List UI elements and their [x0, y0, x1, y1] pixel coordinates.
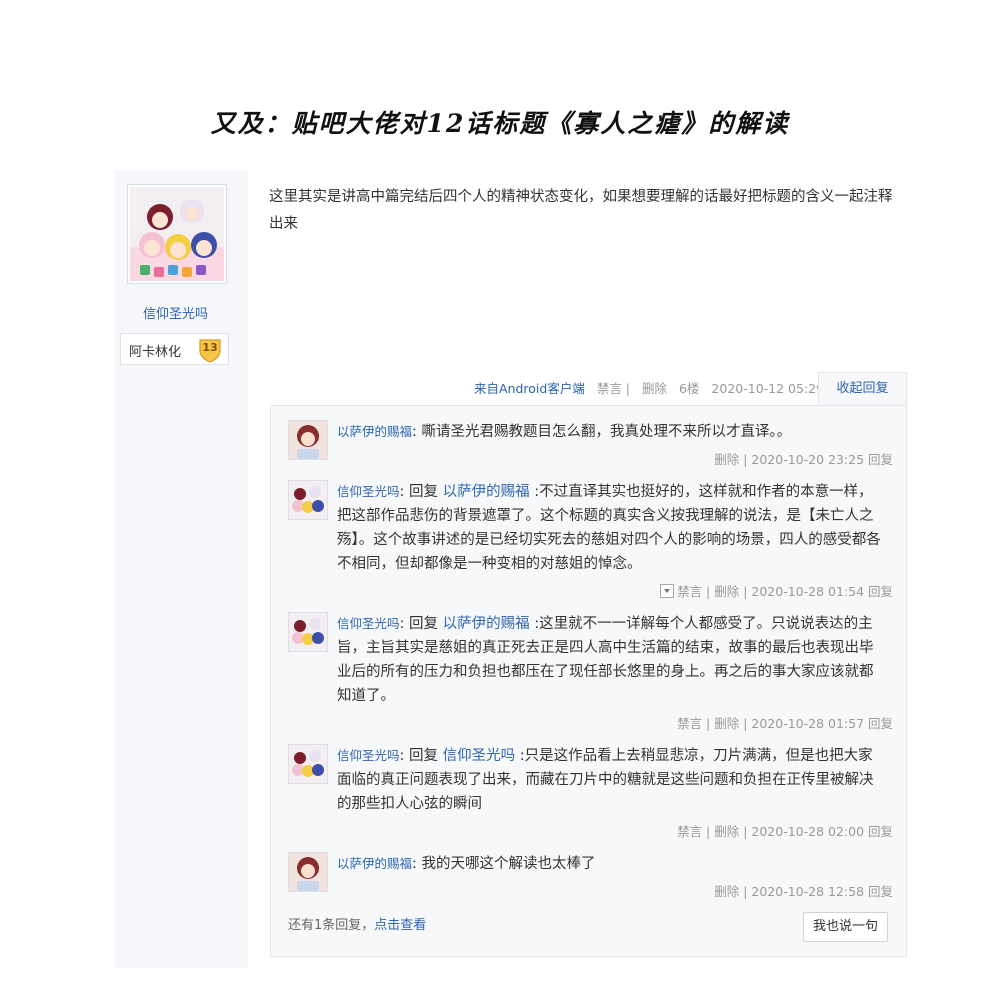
member-badge[interactable]: 阿卡林化 13: [120, 333, 229, 365]
anime-avatar-icon: [130, 187, 224, 281]
floor-number: 6楼: [678, 381, 700, 396]
author-name[interactable]: 信仰圣光吗: [115, 303, 236, 322]
reply-text: 以萨伊的赐福: 嘶请圣光君赐教题目怎么翻，我真处理不来所以才直译。。: [337, 420, 885, 444]
more-replies: 还有1条回复，点击查看: [288, 918, 427, 933]
dropdown-icon[interactable]: [660, 584, 675, 598]
list-item: 信仰圣光吗: 回复 信仰圣光吗 :只是这作品看上去稍显悲凉，刀片满满，但是也把大…: [288, 744, 893, 840]
post-meta: 来自Android客户端 禁言 | 删除 6楼 2020-10-12 05:29: [474, 378, 824, 398]
level-shield-icon: 13: [197, 337, 223, 363]
list-item: 信仰圣光吗: 回复 以萨伊的赐福 :不过直译其实也挺好的，这样就和作者的本意一样…: [288, 480, 893, 600]
reply-username[interactable]: 信仰圣光吗: [337, 748, 400, 763]
ban-link[interactable]: 禁言 |: [597, 381, 630, 396]
reply-text: 信仰圣光吗: 回复 信仰圣光吗 :只是这作品看上去稍显悲凉，刀片满满，但是也把大…: [337, 748, 874, 812]
reply-actions[interactable]: 禁言 | 删除 | 2020-10-28 02:00 回复: [677, 821, 893, 840]
badge-level-number: 13: [202, 341, 218, 354]
list-item: 以萨伊的赐福: 嘶请圣光君赐教题目怎么翻，我真处理不来所以才直译。。 删除 | …: [288, 420, 893, 468]
author-sidebar: 信仰圣光吗 阿卡林化 13: [115, 170, 248, 968]
list-item: 信仰圣光吗: 回复 以萨伊的赐福 :这里就不一一详解每个人都感受了。只说说表达的…: [288, 612, 893, 732]
reply-avatar[interactable]: [288, 744, 328, 784]
reply-text: 信仰圣光吗: 回复 以萨伊的赐福 :这里就不一一详解每个人都感受了。只说说表达的…: [337, 616, 874, 704]
reply-username[interactable]: 以萨伊的赐福: [337, 856, 412, 871]
anime-avatar-icon: [289, 853, 327, 891]
collapse-replies-button[interactable]: 收起回复: [818, 372, 907, 406]
reply-avatar[interactable]: [288, 612, 328, 652]
reply-avatar[interactable]: [288, 852, 328, 892]
reply-actions[interactable]: 禁言 | 删除 | 2020-10-28 01:57 回复: [677, 713, 893, 732]
reply-avatar[interactable]: [288, 480, 328, 520]
reply-username[interactable]: 信仰圣光吗: [337, 616, 400, 631]
show-more-link[interactable]: 点击查看: [374, 918, 426, 933]
reply-avatar[interactable]: [288, 420, 328, 460]
author-avatar[interactable]: [127, 184, 227, 284]
client-link[interactable]: 来自Android客户端: [474, 381, 585, 396]
reply-content: : 我的天哪这个解读也太棒了: [412, 856, 596, 872]
delete-link[interactable]: 删除: [642, 381, 667, 396]
anime-avatar-icon: [289, 745, 327, 783]
page-title: 又及：贴吧大佬对12话标题《寡人之瘧》的解读: [210, 109, 790, 138]
badge-title: 阿卡林化: [129, 345, 182, 360]
reply-target-user[interactable]: 以萨伊的赐福: [443, 616, 530, 632]
reply-button[interactable]: 我也说一句: [803, 912, 888, 942]
anime-avatar-icon: [289, 481, 327, 519]
reply-username[interactable]: 信仰圣光吗: [337, 484, 400, 499]
reply-target-user[interactable]: 以萨伊的赐福: [443, 484, 530, 500]
post-body: 这里其实是讲高中篇完结后四个人的精神状态变化，如果想要理解的话最好把标题的含义一…: [269, 189, 893, 232]
reply-panel: 以萨伊的赐福: 嘶请圣光君赐教题目怎么翻，我真处理不来所以才直译。。 删除 | …: [270, 405, 907, 957]
post-time: 2020-10-12 05:29: [711, 381, 825, 396]
anime-avatar-icon: [289, 421, 327, 459]
reply-actions[interactable]: 禁言 | 删除 | 2020-10-28 01:54 回复: [660, 581, 893, 600]
reply-username[interactable]: 以萨伊的赐福: [337, 424, 412, 439]
reply-target-user[interactable]: 信仰圣光吗: [443, 748, 516, 764]
list-item: 以萨伊的赐福: 我的天哪这个解读也太棒了 删除 | 2020-10-28 12:…: [288, 852, 893, 900]
reply-text: 信仰圣光吗: 回复 以萨伊的赐福 :不过直译其实也挺好的，这样就和作者的本意一样…: [337, 484, 881, 572]
reply-actions[interactable]: 删除 | 2020-10-20 23:25 回复: [714, 449, 893, 468]
reply-content: : 嘶请圣光君赐教题目怎么翻，我真处理不来所以才直译。。: [412, 424, 792, 440]
reply-text: 以萨伊的赐福: 我的天哪这个解读也太棒了: [337, 852, 885, 876]
reply-actions[interactable]: 删除 | 2020-10-28 12:58 回复: [714, 881, 893, 900]
anime-avatar-icon: [289, 613, 327, 651]
